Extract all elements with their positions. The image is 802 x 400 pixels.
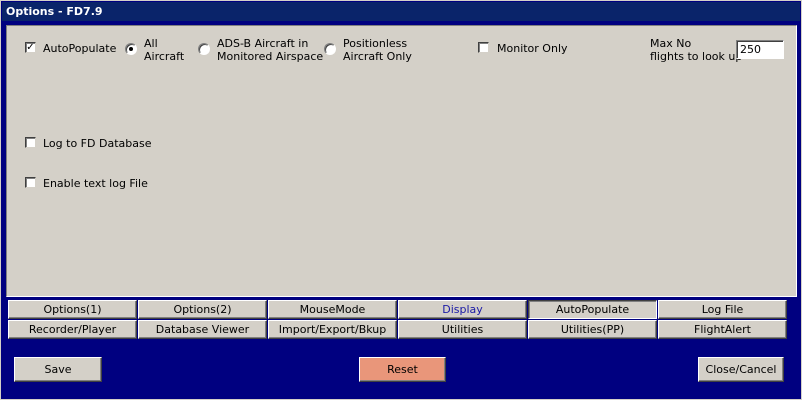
close-cancel-button[interactable]: Close/Cancel: [698, 357, 784, 382]
radio-adsb-monitored[interactable]: [198, 43, 210, 55]
tab-autopopulate[interactable]: AutoPopulate: [528, 300, 657, 319]
radio-positionless[interactable]: [324, 43, 336, 55]
save-button[interactable]: Save: [14, 357, 102, 382]
radio-adsb-label-line2: Monitored Airspace: [217, 50, 324, 63]
tab-mousemode[interactable]: MouseMode: [268, 300, 397, 319]
radio-selected-dot-icon: [129, 47, 133, 51]
reset-button[interactable]: Reset: [359, 357, 446, 382]
max-flights-label-line2: flights to look up: [650, 50, 743, 63]
monitor-only-label: Monitor Only: [497, 42, 568, 55]
autopopulate-panel: [6, 25, 797, 297]
tab-import-export-backup[interactable]: Import/Export/Bkup: [268, 320, 397, 339]
text-log-label: Enable text log File: [43, 177, 148, 190]
radio-adsb-label-line1: ADS-B Aircraft in: [217, 37, 309, 50]
tab-options-2[interactable]: Options(2): [138, 300, 267, 319]
text-log-checkbox[interactable]: [25, 177, 36, 188]
tab-options-1[interactable]: Options(1): [8, 300, 137, 319]
tab-display[interactable]: Display: [398, 300, 527, 319]
check-mark-icon: ✓: [26, 42, 35, 53]
log-db-checkbox[interactable]: [25, 137, 36, 148]
log-db-label: Log to FD Database: [43, 137, 152, 150]
tab-utilities[interactable]: Utilities: [398, 320, 527, 339]
radio-positionless-label-line1: Positionless: [343, 37, 408, 50]
autopopulate-checkbox[interactable]: ✓: [25, 42, 36, 53]
tab-database-viewer[interactable]: Database Viewer: [138, 320, 267, 339]
radio-positionless-label-line2: Aircraft Only: [343, 50, 412, 63]
radio-all-aircraft[interactable]: [125, 43, 137, 55]
tab-recorder-player[interactable]: Recorder/Player: [8, 320, 137, 339]
max-flights-input[interactable]: [736, 40, 784, 59]
radio-all-aircraft-label-line1: All: [144, 37, 158, 50]
window-title: Options - FD7.9: [2, 2, 800, 21]
radio-all-aircraft-label-line2: Aircraft: [144, 50, 185, 63]
autopopulate-label: AutoPopulate: [43, 42, 117, 55]
monitor-only-checkbox[interactable]: [478, 42, 489, 53]
tab-flightalert[interactable]: FlightAlert: [658, 320, 787, 339]
options-window: Options - FD7.9 ✓ AutoPopulate All Aircr…: [0, 0, 802, 400]
max-flights-label-line1: Max No: [650, 37, 692, 50]
tab-utilities-pp[interactable]: Utilities(PP): [528, 320, 657, 339]
tab-log-file[interactable]: Log File: [658, 300, 787, 319]
